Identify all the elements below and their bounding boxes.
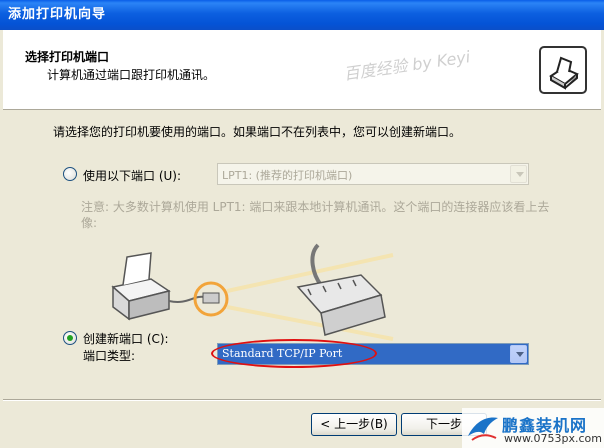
- watermark: 百度经验 by Keyi: [342, 47, 472, 84]
- logo-url: www.0753px.com: [504, 432, 602, 445]
- printer-connection-illustration: [111, 243, 394, 341]
- site-watermark-logo: 鹏鑫装机网 www.0753px.com: [462, 408, 604, 448]
- button-separator: [3, 399, 601, 401]
- bird-logo-icon: [468, 417, 498, 441]
- create-new-port-label[interactable]: 创建新端口 (C):: [83, 330, 169, 347]
- lpt1-note: 注意: 大多数计算机使用 LPT1: 端口来跟本地计算机通讯。这个端口的连接器应…: [81, 200, 550, 230]
- wizard-header: 选择打印机端口 计算机通过端口跟打印机通讯。 百度经验 by Keyi: [3, 30, 601, 110]
- port-type-label: 端口类型:: [83, 349, 136, 363]
- printer-icon: [111, 252, 171, 321]
- existing-port-select[interactable]: LPT1: (推荐的打印机端口): [217, 163, 529, 185]
- add-printer-wizard-window: 添加打印机向导 选择打印机端口 计算机通过端口跟打印机通讯。 百度经验 by K…: [0, 0, 604, 448]
- chevron-down-icon[interactable]: [510, 165, 527, 183]
- back-button[interactable]: < 上一步(B): [311, 413, 397, 436]
- port-connector-icon: [202, 292, 220, 304]
- create-new-port-radio[interactable]: [63, 331, 77, 345]
- red-annotation-ellipse: [211, 339, 377, 368]
- header-subtitle: 计算机通过端口跟打印机通讯。: [47, 68, 216, 82]
- title-bar[interactable]: 添加打印机向导: [0, 0, 604, 30]
- wizard-body: 请选择您的打印机要使用的端口。如果端口不在列表中，您可以创建新端口。 使用以下端…: [3, 111, 601, 448]
- printer-wizard-icon: [539, 46, 587, 94]
- existing-port-value: LPT1: (推荐的打印机端口): [222, 169, 353, 182]
- header-title: 选择打印机端口: [25, 50, 110, 64]
- use-existing-port-radio[interactable]: [63, 167, 77, 181]
- chevron-down-icon[interactable]: [510, 345, 527, 363]
- instruction-text: 请选择您的打印机要使用的端口。如果端口不在列表中，您可以创建新端口。: [53, 125, 462, 139]
- use-existing-port-label[interactable]: 使用以下端口 (U):: [83, 167, 181, 184]
